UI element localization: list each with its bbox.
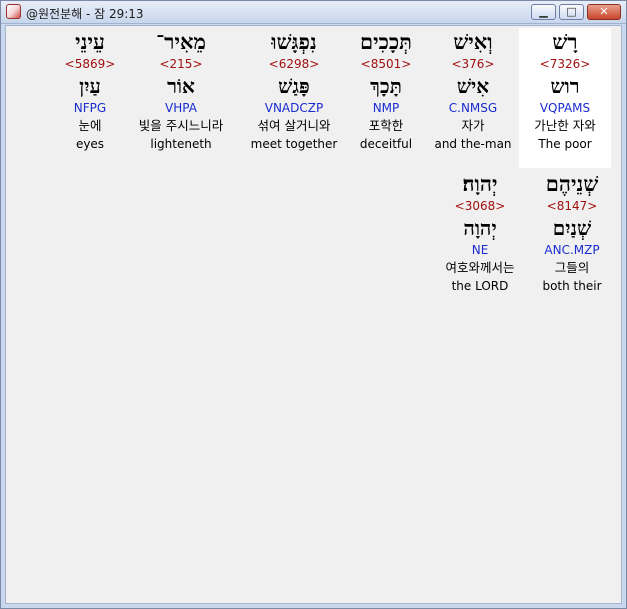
hebrew-word: נִפְגָּשׁוּ <box>271 29 317 54</box>
strong-number[interactable]: <8147> <box>530 198 614 215</box>
strong-number[interactable]: <6298> <box>244 56 344 73</box>
word-column[interactable]: תְּכָכִים <8501> תָּכָךְ NMP 포학한 deceitf… <box>346 28 426 168</box>
hebrew-lemma: פָּגַשׁ <box>278 74 310 98</box>
english-gloss: both their <box>542 279 602 293</box>
morphology-code: VNADCZP <box>264 101 324 115</box>
word-column[interactable]: שְׁנֵיהֶם <8147> שְׁנַיִם ANC.MZP 그들의 bo… <box>530 170 614 310</box>
interlinear-panel: רָשׁ <7326> רוש VQPAMS 가난한 자와 The poor ו… <box>5 25 622 604</box>
strong-number[interactable]: <376> <box>428 56 518 73</box>
word-column[interactable]: מֵאִיר־ <215> אוֹר VHPA 빛을 주시느니라 lighten… <box>124 28 238 168</box>
morphology-code: NE <box>471 243 489 257</box>
hebrew-lemma: עַיִן <box>79 74 101 98</box>
hebrew-word: עֵינֵי <box>75 29 105 54</box>
hebrew-word: יְהוָה׃ <box>462 171 498 196</box>
word-column[interactable]: עֵינֵי <5869> עַיִן NFPG 눈에 eyes <box>58 28 122 168</box>
strong-number[interactable]: <8501> <box>346 56 426 73</box>
hebrew-word: רָשׁ <box>552 29 578 54</box>
korean-gloss: 포학한 <box>368 118 404 133</box>
morphology-code: VQPAMS <box>539 101 591 115</box>
korean-gloss: 자가 <box>461 118 485 133</box>
minimize-button[interactable]: ▁ <box>531 4 556 20</box>
korean-gloss: 가난한 자와 <box>534 118 596 133</box>
morphology-code: ANC.MZP <box>544 243 600 257</box>
morphology-code: NFPG <box>73 101 107 115</box>
hebrew-lemma: יְהוָה <box>463 216 497 240</box>
korean-gloss: 그들의 <box>554 260 590 275</box>
morphology-code: C.NMSG <box>448 101 498 115</box>
strong-number[interactable]: <3068> <box>432 198 528 215</box>
app-icon <box>6 4 21 19</box>
korean-gloss: 눈에 <box>78 118 102 133</box>
strong-number[interactable]: <5869> <box>58 56 122 73</box>
morphology-code: VHPA <box>165 101 197 115</box>
hebrew-lemma: אִישׁ <box>456 74 490 98</box>
word-column[interactable]: יְהוָה׃ <3068> יְהוָה NE 여호와께서는 the LORD <box>432 170 528 310</box>
title-bar[interactable]: @원전분해 - 잠 29:13 ▁ □ ✕ <box>1 1 626 24</box>
hebrew-lemma: אוֹר <box>167 74 195 98</box>
hebrew-word: תְּכָכִים <box>360 29 412 54</box>
hebrew-word: שְׁנֵיהֶם <box>545 171 599 196</box>
hebrew-word: וְאִישׁ <box>453 29 493 54</box>
korean-gloss: 여호와께서는 <box>445 260 515 275</box>
korean-gloss: 빛을 주시느니라 <box>138 118 224 133</box>
morphology-code: NMP <box>372 101 400 115</box>
hebrew-lemma: שְׁנַיִם <box>552 216 592 240</box>
english-gloss: lighteneth <box>150 137 212 151</box>
english-gloss: deceitful <box>359 137 413 151</box>
strong-number[interactable]: <7326> <box>519 56 611 73</box>
korean-gloss: 섞여 살거니와 <box>257 118 331 133</box>
english-gloss: eyes <box>75 137 105 151</box>
hebrew-word: מֵאִיר־ <box>156 29 206 54</box>
english-gloss: and the-man <box>434 137 512 151</box>
word-column[interactable]: רָשׁ <7326> רוש VQPAMS 가난한 자와 The poor <box>519 28 611 168</box>
window-title: @원전분해 - 잠 29:13 <box>26 7 144 21</box>
english-gloss: the LORD <box>451 279 509 293</box>
close-button[interactable]: ✕ <box>587 4 621 20</box>
hebrew-lemma: תָּכָךְ <box>370 74 402 98</box>
word-column[interactable]: וְאִישׁ <376> אִישׁ C.NMSG 자가 and the-ma… <box>428 28 518 168</box>
maximize-button[interactable]: □ <box>559 4 584 20</box>
word-column[interactable]: נִפְגָּשׁוּ <6298> פָּגַשׁ VNADCZP 섞여 살거… <box>244 28 344 168</box>
strong-number[interactable]: <215> <box>124 56 238 73</box>
english-gloss: The poor <box>538 137 592 151</box>
english-gloss: meet together <box>250 137 338 151</box>
app-window: @원전분해 - 잠 29:13 ▁ □ ✕ רָשׁ <7326> רוש VQ… <box>0 0 627 609</box>
hebrew-lemma: רוש <box>550 74 580 98</box>
